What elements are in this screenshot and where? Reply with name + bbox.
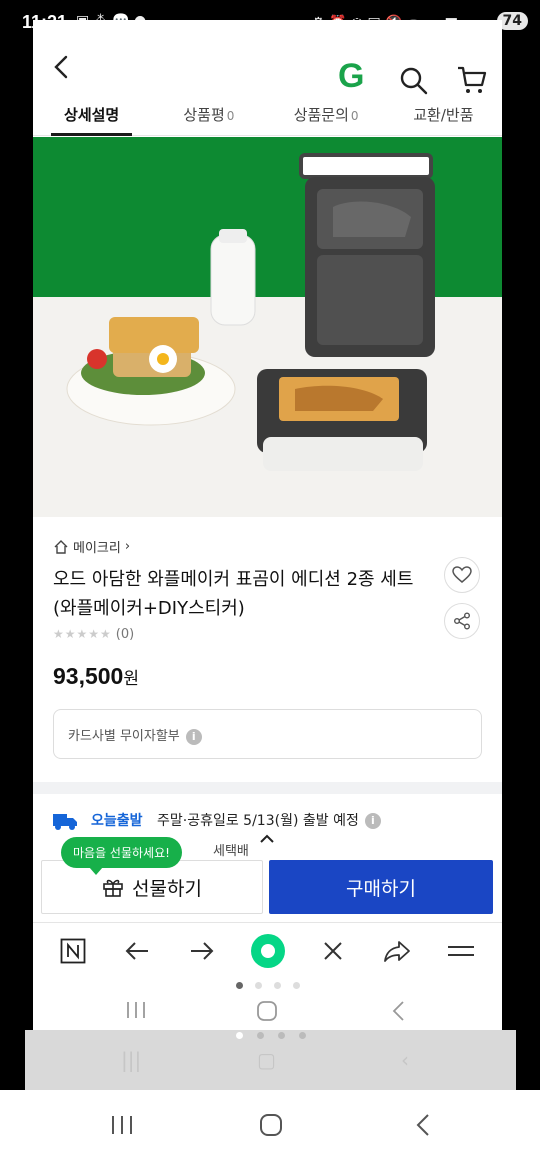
ghost-page-indicator (25, 1032, 516, 1039)
tab-description[interactable]: 상세설명 (33, 96, 150, 136)
detail-tabs: 상세설명 상품평 0 상품문의 0 교환/반품 (33, 96, 502, 136)
today-ship-label: 오늘출발 (91, 813, 143, 829)
like-button[interactable] (444, 557, 480, 593)
buy-button[interactable]: 구매하기 (269, 860, 493, 914)
section-divider (33, 782, 502, 794)
tab-exchange-return[interactable]: 교환/반품 (385, 96, 502, 135)
product-price: 93,500원 (53, 663, 139, 689)
product-info: 메이크리 › 오드 아담한 와플메이커 표곰이 에디션 2종 세트 (와플메이커… (33, 517, 502, 782)
page-dot (235, 981, 243, 989)
gift-button[interactable]: 선물하기 (41, 860, 263, 914)
search-icon[interactable] (399, 66, 429, 96)
top-bar: G (33, 40, 502, 111)
rating-count: (0) (115, 627, 135, 642)
card-installment-box[interactable]: 카드사별 무이자할부 i (53, 709, 482, 759)
ghost-dot (298, 1032, 306, 1039)
ghost-back-icon: ‹ (401, 1048, 409, 1072)
browser-share-button[interactable] (381, 937, 413, 965)
nav-back-icon[interactable] (414, 1113, 432, 1137)
ghost-dot (235, 1032, 243, 1039)
brand-link[interactable]: 메이크리 › (53, 537, 130, 556)
green-dot-button[interactable] (250, 933, 286, 969)
heart-icon (452, 566, 472, 583)
browser-back-button[interactable] (121, 937, 153, 965)
ship-extra: 세택배 (213, 844, 249, 859)
gift-tooltip: 마음을 선물하세요! (61, 837, 182, 875)
waffle-maker-photo (33, 153, 502, 517)
nav-back-icon[interactable] (391, 1000, 407, 1022)
ship-info-icon[interactable]: i (364, 813, 381, 829)
share-arrow-icon (384, 941, 410, 962)
info-icon[interactable]: i (185, 728, 202, 745)
chevron-up-icon[interactable] (259, 834, 275, 844)
arrow-left-icon (125, 942, 148, 960)
tab-reviews[interactable]: 상품평 0 (150, 96, 267, 135)
browser-close-button[interactable] (317, 937, 349, 965)
ghost-recent-icon: ||| (121, 1048, 142, 1072)
share-icon (454, 612, 470, 630)
arrow-right-icon (191, 942, 214, 960)
share-button[interactable] (444, 603, 480, 639)
browser-menu-button[interactable] (445, 937, 477, 965)
inner-system-nav (33, 992, 502, 1030)
naver-n-icon (60, 938, 86, 964)
rating[interactable]: ★★★★★ (0) (53, 627, 134, 642)
truck-icon (53, 814, 77, 830)
naver-home-button[interactable] (57, 937, 89, 965)
cart-icon[interactable] (456, 64, 488, 96)
tab-inquiries[interactable]: 상품문의 0 (268, 96, 385, 135)
menu-icon (448, 946, 474, 956)
browser-toolbar (33, 922, 502, 978)
page-dot (292, 981, 300, 989)
product-image[interactable] (33, 137, 502, 517)
ghost-overlay-panel: ||| ▢ ‹ (25, 1030, 516, 1090)
recent-apps-icon[interactable] (125, 1000, 147, 1020)
star-rating: ★★★★★ (53, 627, 112, 641)
gift-icon (103, 879, 123, 897)
home-button-icon[interactable] (259, 1113, 283, 1137)
ghost-home-icon: ▢ (257, 1048, 276, 1072)
page-indicator (33, 978, 502, 992)
ship-description: 주말·공휴일로 5/13(월) 출발 예정 i (157, 810, 381, 830)
browser-forward-button[interactable] (186, 937, 218, 965)
close-x-icon (324, 942, 342, 960)
purchase-bar: 선물하기 구매하기 (33, 860, 502, 922)
system-navigation-bar (0, 1090, 540, 1158)
home-icon (54, 539, 68, 554)
back-arrow-icon[interactable] (51, 52, 71, 82)
product-title: 오드 아담한 와플메이커 표곰이 에디션 2종 세트 (와플메이커+DIY스티커… (53, 569, 414, 619)
ghost-dot (277, 1032, 285, 1039)
green-dot-icon (251, 934, 285, 968)
page-dot (254, 981, 262, 989)
gmarket-logo[interactable]: G (338, 59, 370, 93)
app-window: G 상세설명 상품평 0 상품문의 0 교환/반품 메이크리 › 오드 아담한 … (33, 20, 502, 1030)
ghost-dot (256, 1032, 264, 1039)
chevron-right-icon: › (124, 539, 131, 554)
home-button-icon[interactable] (256, 1000, 278, 1022)
page-dot (273, 981, 281, 989)
recent-apps-icon[interactable] (110, 1114, 134, 1136)
